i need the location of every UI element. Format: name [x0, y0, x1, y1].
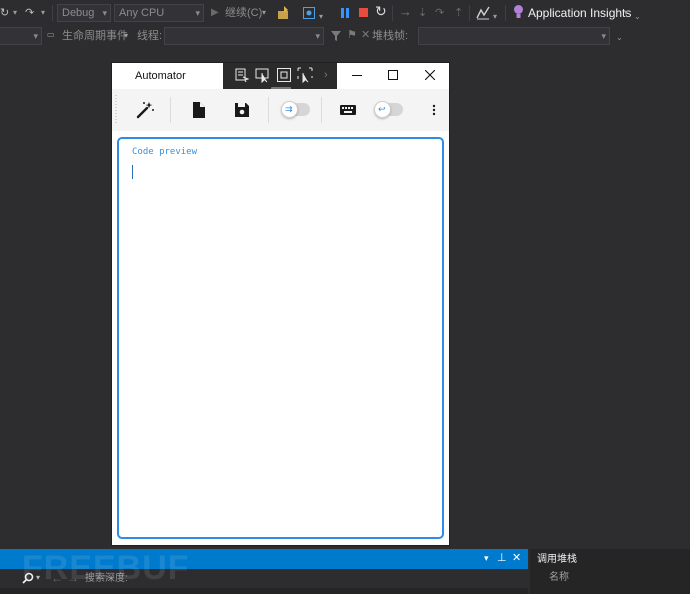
- file-icon[interactable]: [188, 99, 210, 121]
- stack-frame-combo[interactable]: ▾: [418, 27, 610, 45]
- chevron-down-icon: ▾: [33, 31, 38, 41]
- display-layout-adorners-icon[interactable]: [276, 67, 292, 83]
- stop-icon[interactable]: [359, 8, 368, 17]
- select-element-icon[interactable]: [255, 67, 271, 83]
- chevron-right-icon[interactable]: ›: [324, 68, 328, 82]
- chevron-down-icon: ▾: [315, 31, 320, 41]
- close-icon[interactable]: ✕: [361, 28, 370, 42]
- text-caret: [132, 165, 133, 179]
- diagnostic-dropdown-icon[interactable]: ▾: [493, 10, 497, 24]
- browser-link-icon[interactable]: [303, 7, 315, 19]
- lifecycle-dropdown-icon[interactable]: ▾: [124, 29, 128, 43]
- platform-combo[interactable]: Any CPU ▾: [114, 4, 204, 22]
- config-combo-value: Debug: [62, 7, 95, 19]
- toggle-knob: ↩: [374, 101, 391, 118]
- toolbar-overflow-icon[interactable]: ⌄: [634, 10, 641, 24]
- output-panel-content: [0, 588, 528, 594]
- step-over-icon[interactable]: ↷: [435, 6, 444, 20]
- insights-dropdown-icon[interactable]: ▾: [624, 6, 628, 20]
- magic-wand-icon[interactable]: [134, 99, 156, 121]
- live-visual-tree-icon[interactable]: [234, 67, 250, 83]
- redo-dropdown-icon[interactable]: ▾: [41, 6, 45, 20]
- config-combo[interactable]: Debug ▾: [57, 4, 111, 22]
- track-focus-icon[interactable]: [297, 67, 313, 83]
- toolbar-separator: [52, 5, 53, 21]
- undo-dropdown-icon[interactable]: ▾: [13, 6, 17, 20]
- thread-combo[interactable]: ▾: [164, 27, 324, 45]
- window-title: Automator: [135, 70, 186, 82]
- process-icon[interactable]: [277, 5, 291, 20]
- stack-frame-label: 堆栈帧:: [372, 30, 409, 42]
- close-icon[interactable]: ✕: [512, 551, 521, 565]
- command-bar-separator: [170, 97, 171, 123]
- toolbar-separator: [505, 5, 506, 21]
- pause-icon[interactable]: [341, 8, 349, 18]
- browser-link-dropdown-icon[interactable]: ▾: [319, 10, 323, 24]
- pin-icon[interactable]: ⊥: [497, 551, 507, 565]
- undo-icon[interactable]: ↻: [0, 6, 9, 20]
- vs-debug-location-toolbar: ▾ ▭ 生命周期事件 ▾ 线程: ▾ ⚑ ✕ 堆栈帧: ▾ ⌄: [0, 26, 690, 46]
- chevron-down-icon: ▾: [601, 31, 606, 41]
- lifecycle-icon: ▭: [47, 30, 55, 39]
- chevron-down-icon: ▾: [195, 8, 200, 18]
- chevron-down-icon: ▾: [102, 8, 107, 18]
- play-icon[interactable]: ▶: [211, 6, 219, 20]
- vs-main-toolbar: ↻ ▾ ↷ ▾ Debug ▾ Any CPU ▾ ▶ 继续(C) ▾ ▾ ↻ …: [0, 0, 690, 26]
- step-into-icon[interactable]: ⇣: [418, 6, 427, 20]
- code-preview-editor[interactable]: Code preview: [117, 137, 444, 539]
- automator-command-bar: ⇉ ↩: [112, 89, 449, 131]
- minimize-icon: [352, 75, 362, 76]
- filter-icon[interactable]: [331, 31, 341, 41]
- thread-label: 线程:: [137, 30, 163, 42]
- command-bar-separator: [321, 97, 322, 123]
- return-arrow-icon: ↩: [378, 104, 386, 114]
- step-out-icon[interactable]: ⇡: [454, 6, 463, 20]
- maximize-button[interactable]: [375, 63, 411, 89]
- maximize-icon: [388, 70, 398, 80]
- call-stack-name-header[interactable]: 名称: [549, 572, 569, 584]
- panel-menu-dropdown-icon[interactable]: ▾: [484, 552, 489, 564]
- redo-icon[interactable]: ↷: [25, 6, 34, 20]
- record-toggle[interactable]: ↩: [374, 101, 403, 118]
- diagnostic-tools-icon[interactable]: [476, 6, 490, 20]
- run-mode-toggle[interactable]: ⇉: [281, 101, 310, 118]
- close-button[interactable]: [412, 63, 448, 89]
- keyboard-icon[interactable]: [337, 99, 359, 121]
- toolbar-separator: [392, 5, 393, 21]
- toolbar-overflow-icon[interactable]: ⌄: [616, 31, 623, 45]
- close-icon: [425, 70, 435, 80]
- call-stack-title[interactable]: 调用堆栈: [537, 554, 577, 566]
- lightbulb-icon[interactable]: [513, 4, 524, 19]
- continue-button[interactable]: 继续(C): [225, 6, 262, 20]
- floppy-icon[interactable]: [231, 99, 253, 121]
- lifecycle-events-button[interactable]: 生命周期事件: [62, 29, 128, 43]
- toggle-knob: ⇉: [281, 101, 298, 118]
- command-bar-grip: [115, 95, 117, 125]
- toolbar-separator: [469, 5, 470, 21]
- minimize-button[interactable]: [339, 63, 375, 89]
- call-stack-panel: 调用堆栈 名称: [530, 549, 690, 594]
- restart-icon[interactable]: ↻: [375, 4, 387, 18]
- flag-thread-icon[interactable]: ⚑: [347, 28, 357, 42]
- command-bar-separator: [268, 97, 269, 123]
- automator-window: Automator › ⇉ ↩ Code preview: [112, 63, 449, 545]
- application-insights-button[interactable]: Application Insights: [528, 6, 631, 20]
- freebuf-watermark: FREEBUF: [22, 549, 190, 587]
- platform-combo-value: Any CPU: [119, 7, 165, 19]
- show-next-statement-icon[interactable]: →: [399, 5, 412, 19]
- continue-dropdown-icon[interactable]: ▾: [262, 6, 266, 20]
- run-arrows-icon: ⇉: [285, 104, 293, 114]
- kebab-menu-icon[interactable]: [432, 104, 436, 116]
- code-preview-label: Code preview: [132, 147, 198, 157]
- process-combo[interactable]: ▾: [0, 27, 42, 45]
